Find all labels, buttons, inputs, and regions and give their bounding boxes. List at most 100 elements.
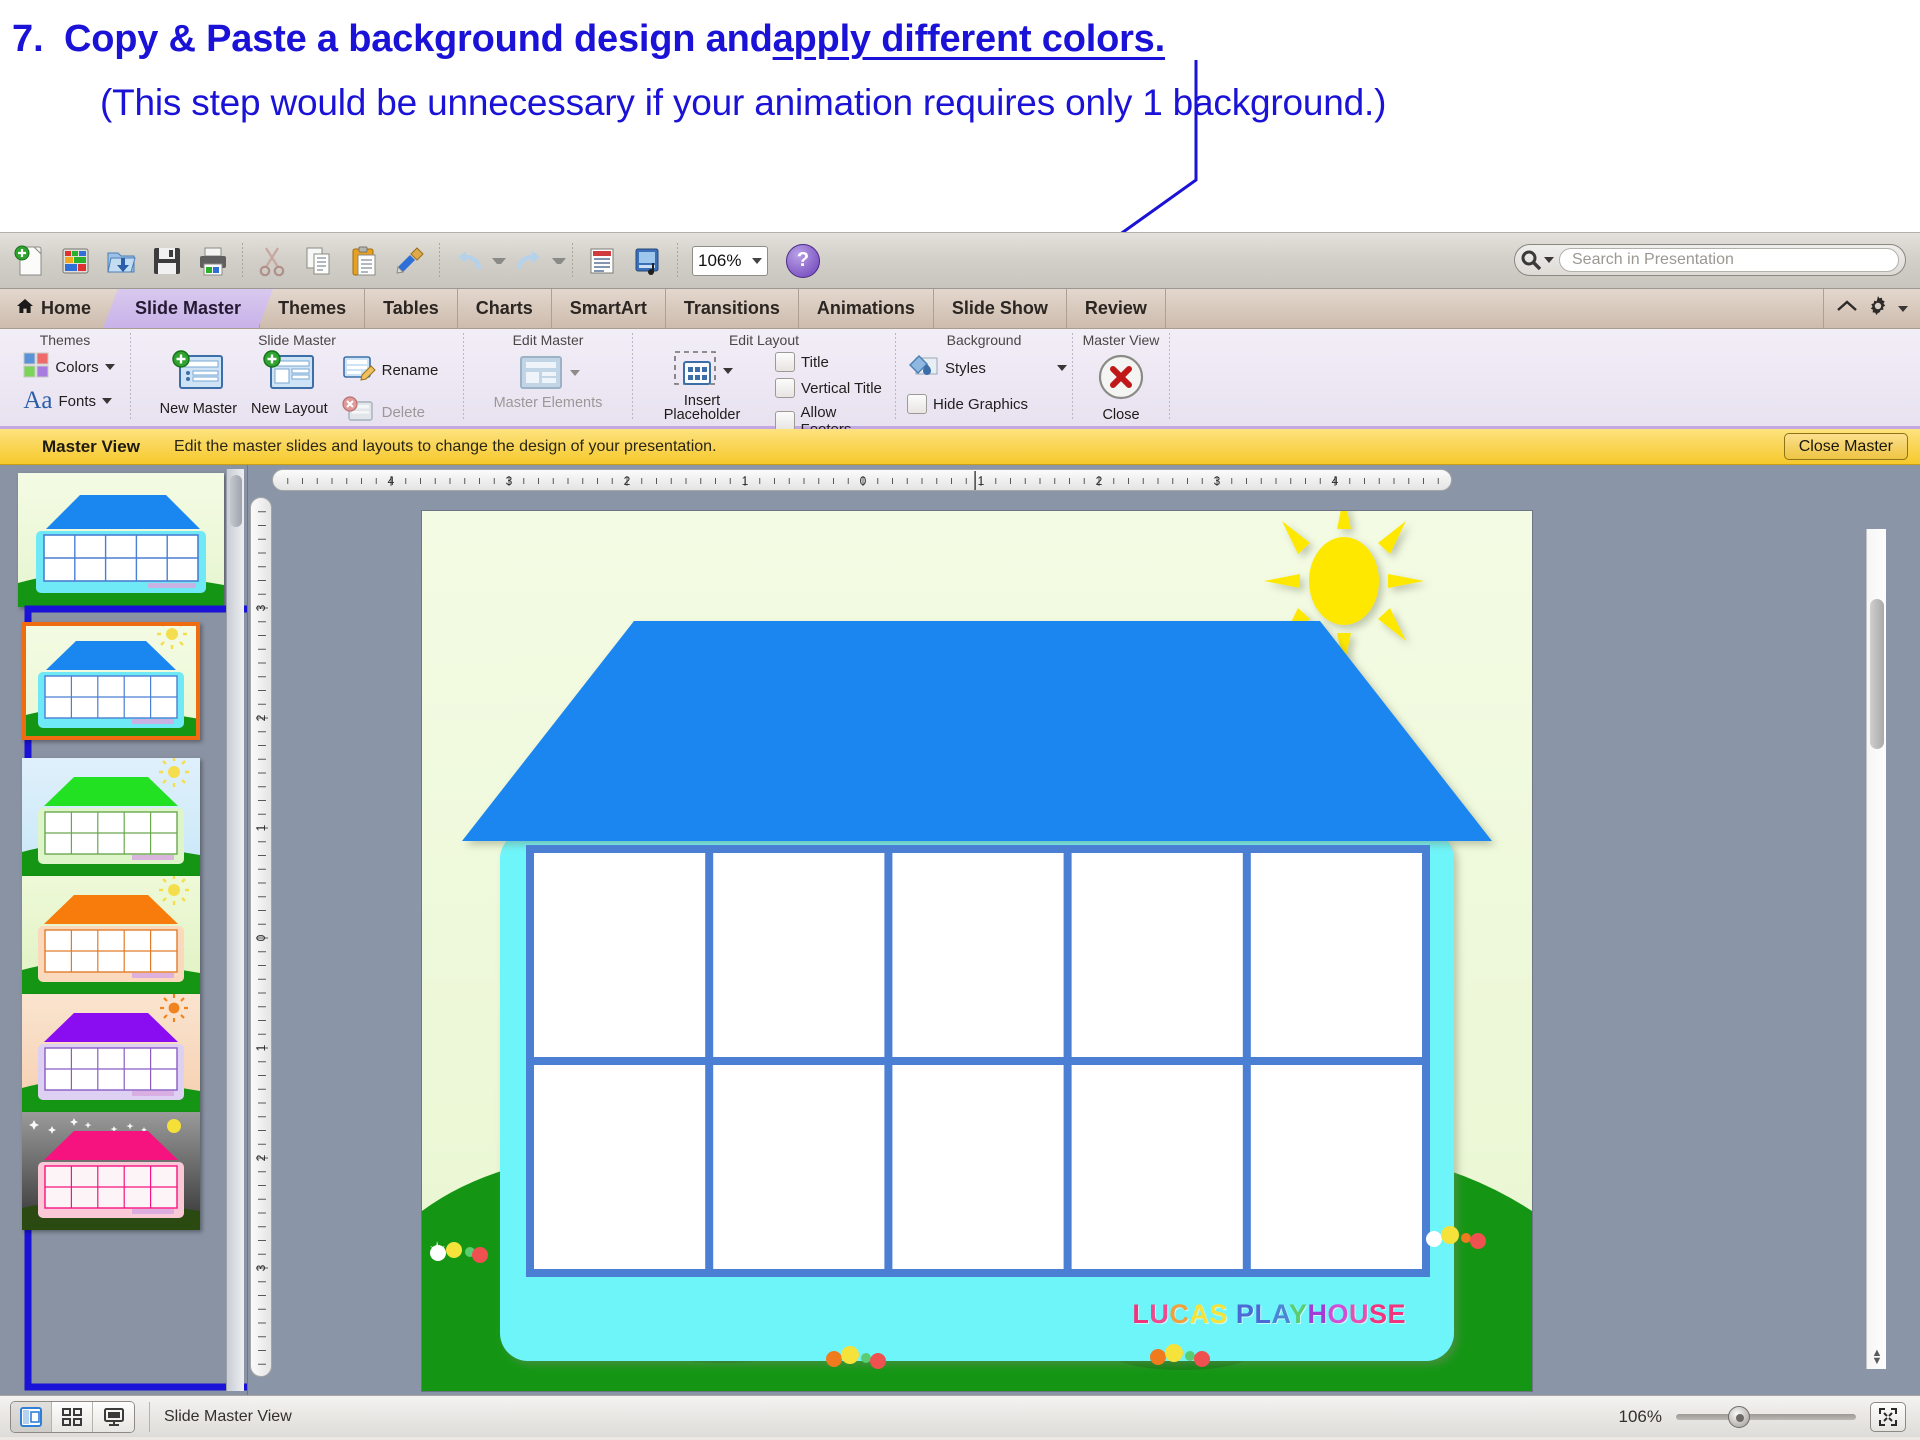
- title-checkbox[interactable]: [775, 352, 795, 372]
- chevron-up-icon[interactable]: [1836, 299, 1858, 318]
- new-master-icon: [170, 350, 226, 400]
- rename-button[interactable]: Rename: [342, 354, 439, 386]
- slide-sorter-view-button[interactable]: [52, 1402, 93, 1432]
- insert-text-box-icon[interactable]: [579, 238, 625, 284]
- format-painter-icon[interactable]: [387, 238, 433, 284]
- new-layout-label: New Layout: [251, 402, 328, 416]
- search-input[interactable]: Search in Presentation: [1559, 248, 1899, 272]
- logo-letter: U: [1349, 1299, 1369, 1329]
- logo-letter: P: [1236, 1299, 1255, 1329]
- horizontal-ruler[interactable]: 432101234: [272, 469, 1452, 491]
- ruler-tick-label: 1: [254, 824, 268, 831]
- tab-review[interactable]: Review: [1067, 289, 1166, 328]
- title-checkbox-row[interactable]: Title: [775, 352, 889, 372]
- chevron-down-icon[interactable]: [1057, 365, 1067, 371]
- ruler-tick-label: 3: [254, 1264, 268, 1271]
- slide-thumbnail-pane[interactable]: [0, 465, 248, 1395]
- tab-home[interactable]: Home: [0, 289, 117, 328]
- tab-themes[interactable]: Themes: [260, 289, 365, 328]
- copy-icon[interactable]: [295, 238, 341, 284]
- insert-media-icon[interactable]: [625, 238, 671, 284]
- master-view-bar-title: Master View: [42, 437, 140, 457]
- background-styles-button[interactable]: Styles: [907, 352, 1067, 384]
- undo-caret[interactable]: [492, 258, 506, 264]
- tab-animations[interactable]: Animations: [799, 289, 934, 328]
- slide-vertical-scrollbar[interactable]: ▲▼: [1866, 529, 1886, 1369]
- zoom-slider[interactable]: [1676, 1414, 1856, 1420]
- layout-thumb-pink[interactable]: [22, 1112, 200, 1230]
- tab-transitions-label: Transitions: [684, 298, 780, 319]
- themes-fonts-button[interactable]: Aa Fonts: [23, 390, 112, 412]
- delete-button[interactable]: Delete: [342, 396, 439, 428]
- master-view-bar: Master View Edit the master slides and l…: [0, 429, 1920, 465]
- themes-colors-button[interactable]: Colors: [23, 352, 114, 382]
- zoom-slider-knob[interactable]: [1728, 1406, 1750, 1428]
- open-template-icon[interactable]: [52, 238, 98, 284]
- close-master-button[interactable]: Close Master: [1784, 433, 1908, 460]
- tab-smartart[interactable]: SmartArt: [552, 289, 666, 328]
- layout-thumb-green[interactable]: [22, 758, 200, 876]
- hide-graphics-checkbox[interactable]: [907, 394, 927, 414]
- toolbar-divider-2: [439, 243, 440, 279]
- tab-charts[interactable]: Charts: [458, 289, 552, 328]
- chevron-down-icon[interactable]: [105, 364, 115, 370]
- fit-to-window-icon[interactable]: [1870, 1402, 1906, 1432]
- instruction-block: 7. Copy & Paste a background design and …: [0, 0, 1920, 230]
- search-icon[interactable]: [1515, 249, 1559, 271]
- slideshow-view-button[interactable]: [93, 1402, 134, 1432]
- thumbnail-scrollbar[interactable]: [226, 469, 244, 1391]
- close-master-view-button[interactable]: Close: [1096, 352, 1146, 422]
- tab-slide-show[interactable]: Slide Show: [934, 289, 1067, 328]
- tab-home-label: Home: [41, 298, 91, 319]
- undo-icon[interactable]: [446, 238, 492, 284]
- tab-tables[interactable]: Tables: [365, 289, 458, 328]
- gear-icon[interactable]: [1868, 296, 1888, 321]
- new-presentation-icon[interactable]: [6, 238, 52, 284]
- ruler-tick-label: 3: [254, 604, 268, 611]
- tab-transitions[interactable]: Transitions: [666, 289, 799, 328]
- insert-placeholder-button[interactable]: Insert Placeholder: [645, 350, 759, 422]
- paste-icon[interactable]: [341, 238, 387, 284]
- layout-thumb-blue[interactable]: [22, 622, 200, 740]
- slide-scrollbar-knob[interactable]: [1870, 599, 1884, 749]
- allow-footers-checkbox[interactable]: [775, 411, 795, 431]
- chevron-down-icon[interactable]: [102, 398, 112, 404]
- layout-thumb-orange[interactable]: [22, 876, 200, 994]
- help-icon[interactable]: ?: [786, 244, 820, 278]
- vertical-title-checkbox-row[interactable]: Vertical Title: [775, 378, 889, 398]
- ruler-tick-label: 0: [254, 934, 268, 941]
- cut-icon[interactable]: [249, 238, 295, 284]
- save-icon[interactable]: [144, 238, 190, 284]
- vertical-title-checkbox[interactable]: [775, 378, 795, 398]
- search-box[interactable]: Search in Presentation: [1514, 244, 1906, 276]
- slide-canvas[interactable]: LUCAS PLAYHOUSE: [422, 511, 1532, 1391]
- zoom-combo-box[interactable]: 106%: [692, 246, 768, 276]
- chevron-down-icon: [752, 258, 762, 264]
- tab-slide-master[interactable]: Slide Master: [117, 289, 260, 328]
- normal-view-button[interactable]: [11, 1402, 52, 1432]
- new-layout-button[interactable]: New Layout: [251, 350, 328, 416]
- close-x-icon: [1096, 352, 1146, 406]
- slide-scroll-area: LUCAS PLAYHOUSE ▲▼: [282, 499, 1888, 1395]
- instruction-line-1: 7. Copy & Paste a background design and …: [12, 18, 1165, 61]
- master-elements-button[interactable]: Master Elements: [494, 352, 603, 410]
- ribbon-group-master-view-title: Master View: [1083, 332, 1160, 350]
- zoom-percent-label: 106%: [1619, 1407, 1662, 1427]
- scroll-arrows-icon[interactable]: ▲▼: [1870, 1349, 1884, 1365]
- new-master-button[interactable]: New Master: [160, 350, 237, 416]
- layout-thumb-purple[interactable]: [22, 994, 200, 1112]
- print-icon[interactable]: [190, 238, 236, 284]
- delete-icon: [342, 396, 376, 428]
- slide-master-thumb[interactable]: [18, 473, 224, 607]
- search-scope-caret-icon[interactable]: [1544, 257, 1554, 263]
- redo-caret[interactable]: [552, 258, 566, 264]
- redo-icon[interactable]: [506, 238, 552, 284]
- toolbar-divider-3: [572, 243, 573, 279]
- thumbnail-scrollbar-knob[interactable]: [230, 475, 242, 527]
- vertical-ruler[interactable]: 3210123: [250, 497, 272, 1377]
- rename-label: Rename: [382, 362, 439, 379]
- ruler-tick-label: 1: [978, 474, 985, 488]
- ribbon-options-caret-icon[interactable]: [1898, 306, 1908, 312]
- open-icon[interactable]: [98, 238, 144, 284]
- hide-graphics-checkbox-row[interactable]: Hide Graphics: [907, 394, 1028, 414]
